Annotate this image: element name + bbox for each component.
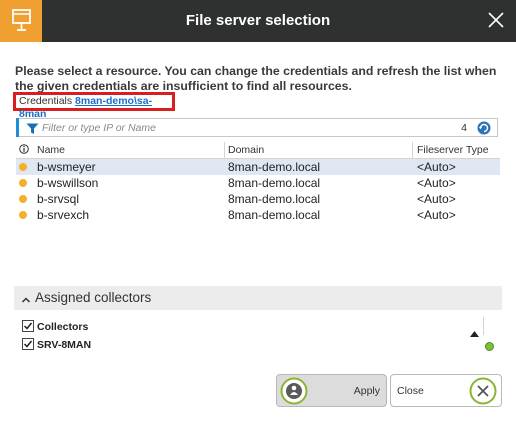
row-name: b-srvexch [37,208,90,222]
column-divider[interactable] [412,142,413,158]
result-count: 4 [461,122,467,134]
credentials-box: Credentials 8man-demo\sa-8man [13,92,175,120]
window-title: File server selection [185,12,331,29]
column-divider [483,317,484,335]
status-ok-icon [485,342,494,351]
filter-input[interactable]: Filter or type IP or Name [42,122,156,134]
close-icon[interactable] [484,8,508,32]
funnel-icon [26,122,39,140]
close-label: Close [397,385,424,397]
row-type: <Auto> [417,160,456,174]
column-divider[interactable] [224,142,225,158]
row-type: <Auto> [417,192,456,206]
row-domain: 8man-demo.local [228,192,321,206]
server-table: Name Domain Fileserver Type b-wsmeyer 8m… [16,142,500,223]
table-row[interactable]: b-wswillson 8man-demo.local <Auto> [16,175,500,191]
info-icon [19,144,29,157]
collector-name: SRV-8MAN [37,339,92,351]
apply-label: Apply [353,385,380,397]
row-name: b-srvsql [37,192,80,206]
apply-icon [280,377,308,410]
server-status-icon [19,179,27,187]
table-row[interactable]: b-wsmeyer 8man-demo.local <Auto> [16,159,500,175]
assigned-collectors-header[interactable]: Assigned collectors [14,286,502,310]
row-domain: 8man-demo.local [228,176,321,190]
collectors-header-label: Collectors [37,321,89,333]
title-bar: File server selection [0,0,516,42]
row-domain: 8man-demo.local [228,208,321,222]
row-type: <Auto> [417,176,456,190]
col-fileserver-type[interactable]: Fileserver Type [417,144,489,156]
col-name[interactable]: Name [37,144,65,156]
apply-button[interactable]: Apply [276,374,387,407]
server-status-icon [19,163,27,171]
sort-up-icon[interactable] [470,324,479,342]
filter-accent [16,118,19,137]
filter-bar[interactable]: Filter or type IP or Name 4 [16,118,498,137]
chevron-up-icon[interactable] [21,292,31,310]
row-name: b-wswillson [37,176,99,190]
collectors-checkbox[interactable] [22,320,34,332]
instruction-text: Please select a resource. You can change… [15,64,497,93]
cancel-icon [469,377,497,410]
col-domain[interactable]: Domain [228,144,264,156]
row-name: b-wsmeyer [37,160,96,174]
close-button[interactable]: Close [390,374,502,407]
collector-checkbox[interactable] [22,338,34,350]
server-status-icon [19,211,27,219]
table-header: Name Domain Fileserver Type [16,142,500,159]
row-type: <Auto> [417,208,456,222]
table-row[interactable]: b-srvsql 8man-demo.local <Auto> [16,191,500,207]
table-row[interactable]: b-srvexch 8man-demo.local <Auto> [16,207,500,223]
row-domain: 8man-demo.local [228,160,321,174]
section-label: Assigned collectors [35,290,152,305]
credentials-label: Credentials [19,95,73,107]
refresh-icon[interactable] [477,121,491,140]
server-status-icon [19,195,27,203]
collectors-list: Collectors SRV-8MAN [22,317,498,357]
